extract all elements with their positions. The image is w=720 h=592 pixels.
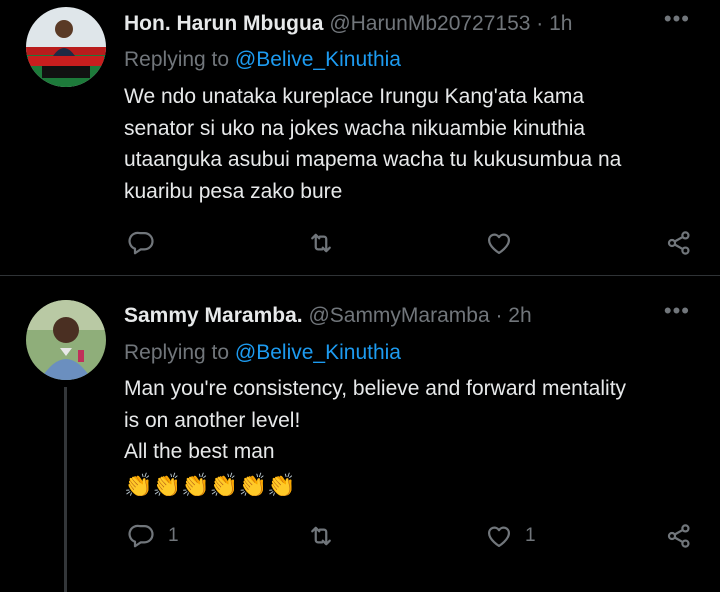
replying-to: Replying to @Belive_Kinuthia <box>124 44 401 76</box>
share-button[interactable] <box>665 519 693 553</box>
reply-button[interactable] <box>128 226 168 260</box>
more-icon[interactable]: ••• <box>664 295 690 327</box>
display-name[interactable]: Hon. Harun Mbugua <box>124 12 323 35</box>
thread-line <box>64 387 67 592</box>
separator-dot: · <box>530 12 550 35</box>
action-bar <box>0 226 720 260</box>
replying-to-label: Replying to <box>124 48 235 71</box>
retweet-icon <box>311 526 331 546</box>
replying-to-label: Replying to <box>124 341 235 364</box>
clapping-emojis: 👏👏👏👏👏👏 <box>124 471 296 498</box>
tweet-text-line: senator si uko na jokes wacha nikuambie … <box>124 116 586 140</box>
timestamp[interactable]: 1h <box>549 12 572 35</box>
tweet[interactable]: Hon. Harun Mbugua @HarunMb20727153 · 1h … <box>0 0 720 276</box>
separator-dot: · <box>489 304 509 327</box>
tweet-text-line: is on another level! <box>124 408 301 432</box>
tweet-text: We ndo unataka kureplace Irungu Kang'ata… <box>124 81 700 207</box>
action-bar: 1 1 <box>0 519 720 553</box>
like-button[interactable] <box>485 226 525 260</box>
reply-count: 1 <box>168 525 179 546</box>
avatar[interactable] <box>26 7 106 87</box>
tweet-text-line: We ndo unataka kureplace Irungu Kang'ata… <box>124 85 585 108</box>
share-button[interactable] <box>665 226 693 260</box>
tweet-text-line: All the best man <box>124 440 275 463</box>
tweet-header: Sammy Maramba. @SammyMaramba · 2h ••• <box>124 298 720 332</box>
like-count: 1 <box>525 525 536 546</box>
retweet-icon <box>311 233 331 253</box>
tweet[interactable]: Sammy Maramba. @SammyMaramba · 2h ••• Re… <box>0 277 720 592</box>
tweet-text-line: Man you're consistency, believe and forw… <box>124 377 627 400</box>
mention-link[interactable]: @Belive_Kinuthia <box>235 341 401 364</box>
like-icon <box>487 526 511 548</box>
tweet-header: Hon. Harun Mbugua @HarunMb20727153 · 1h … <box>124 6 720 40</box>
display-name[interactable]: Sammy Maramba. <box>124 304 303 327</box>
reply-icon <box>128 524 154 548</box>
retweet-button[interactable] <box>307 226 347 260</box>
tweet-text-line: kuaribu pesa zako bure <box>124 179 343 203</box>
like-button[interactable]: 1 <box>485 519 536 553</box>
timestamp[interactable]: 2h <box>508 304 531 327</box>
share-icon <box>667 524 690 548</box>
retweet-button[interactable] <box>307 519 347 553</box>
user-handle[interactable]: @HarunMb20727153 <box>329 12 530 35</box>
tweet-text: Man you're consistency, believe and forw… <box>124 373 700 499</box>
user-handle[interactable]: @SammyMaramba <box>308 304 489 327</box>
reply-button[interactable]: 1 <box>128 519 179 553</box>
avatar[interactable] <box>26 300 106 380</box>
more-icon[interactable]: ••• <box>664 3 690 35</box>
tweet-text-line: utaanguka asubui mapema wacha tu kukusum… <box>124 148 622 171</box>
like-icon <box>487 233 511 255</box>
share-icon <box>667 231 690 255</box>
reply-icon <box>128 231 154 255</box>
replying-to: Replying to @Belive_Kinuthia <box>124 337 401 369</box>
mention-link[interactable]: @Belive_Kinuthia <box>235 48 401 71</box>
